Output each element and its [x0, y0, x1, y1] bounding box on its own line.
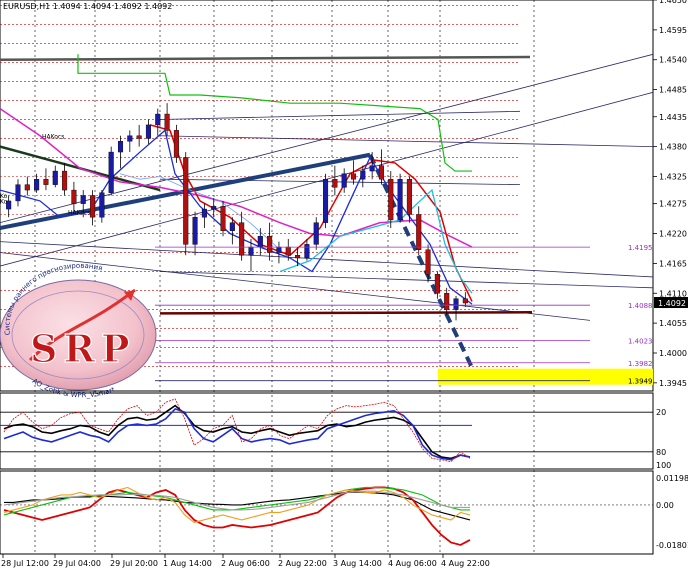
candle-bull	[145, 124, 151, 139]
price-tick-label: 1.4110	[659, 289, 687, 298]
candle-bear	[239, 222, 245, 256]
candle-bear	[406, 179, 412, 215]
candle-bull	[313, 222, 319, 245]
candle-bull	[369, 165, 375, 172]
time-tick-label: 4 Aug 06:00	[388, 559, 437, 568]
time-tick-label: 4 Aug 22:00	[441, 559, 490, 568]
candle-bear	[350, 173, 357, 180]
candle-bull	[155, 113, 161, 126]
time-tick-label: 1 Aug 14:00	[163, 559, 212, 568]
chart-root: 1.4195 1.4088 1.4023 1.3982 1.3949 HAKocs HAK…	[0, 0, 688, 569]
candle-bull	[248, 246, 254, 256]
price-tick-label: 1.4000	[659, 349, 687, 358]
candle-bull	[453, 298, 459, 310]
candle-bull	[117, 140, 124, 153]
price-tick-label: 1.4650	[659, 0, 687, 5]
annotation-label: HAKocs	[68, 210, 90, 217]
candle-bull	[99, 192, 105, 218]
candle-bear	[416, 214, 422, 251]
level-label: 1.3982	[628, 360, 653, 368]
candle-bear	[267, 236, 273, 253]
price-tick-label: 1.4325	[659, 172, 687, 181]
candle-bull	[34, 179, 40, 191]
time-tick-label: 29 Jul 04:00	[53, 559, 101, 568]
oscillator-2-tick: 0.00	[656, 501, 674, 510]
price-tick-label: 1.4165	[659, 259, 687, 268]
candle-bear	[425, 249, 431, 275]
oscillator-1-tick: 20	[656, 408, 666, 417]
chart-title: EURUSD,H1 1.4094 1.4094 1.4092 1.4092	[3, 2, 172, 11]
candle-bear	[90, 195, 96, 218]
candle-bear	[295, 255, 301, 259]
candle-bear	[164, 113, 170, 131]
candle-bull	[323, 179, 329, 223]
candle-bull	[108, 151, 114, 193]
price-tick-label: 1.4220	[659, 230, 687, 239]
oscillator-1-tick: 80	[656, 448, 666, 457]
candle-bear	[183, 157, 189, 245]
candle-bull	[15, 184, 21, 202]
price-tick-label: 1.4380	[659, 143, 687, 152]
current-price-label: 1.4092	[658, 299, 686, 308]
price-tick-label: 1.3945	[659, 379, 687, 388]
candle-bull	[257, 236, 263, 248]
price-tick-label: 1.4595	[659, 26, 687, 35]
annotation-label: Ko	[0, 199, 8, 206]
candle-bear	[136, 135, 142, 139]
candle-bear	[220, 206, 226, 231]
candle-bear	[62, 170, 68, 191]
oscillator-2-tick: 0.01198	[656, 474, 688, 483]
candle-bull	[201, 208, 207, 218]
candle-bull	[127, 135, 133, 142]
price-tick-label: 1.4055	[659, 319, 687, 328]
annotation-label: HAKocs	[42, 133, 64, 140]
time-tick-label: 28 Jul 12:00	[1, 559, 49, 568]
level-label: 1.4023	[628, 337, 653, 345]
candle-bull	[80, 195, 86, 204]
candle-bear	[378, 165, 384, 180]
level-label: 1.4088	[628, 302, 653, 310]
candle-bull	[229, 222, 235, 231]
candle-bull	[397, 179, 403, 221]
price-tick-label: 1.4540	[659, 56, 687, 65]
candle-bear	[462, 298, 468, 304]
candle-bear	[285, 246, 291, 256]
candle-bear	[388, 179, 394, 221]
level-label: 1.3949	[628, 378, 653, 386]
time-tick-label: 2 Aug 06:00	[221, 559, 270, 568]
oscillator-2-tick: -0.01801	[656, 541, 688, 550]
price-tick-label: 1.4275	[659, 200, 687, 209]
candle-bear	[173, 130, 179, 158]
candle-bull	[341, 173, 347, 188]
time-tick-label: 29 Jul 20:00	[110, 559, 158, 568]
price-tick-label: 1.4435	[659, 113, 687, 122]
candle-bull	[211, 206, 217, 210]
candle-bear	[434, 274, 440, 294]
candle-bull	[360, 170, 366, 180]
candle-bear	[43, 179, 49, 185]
logo-letters: SRP	[30, 326, 136, 371]
chart-canvas: 1.4195 1.4088 1.4023 1.3982 1.3949 HAKocs HAK…	[0, 0, 688, 569]
level-highlight-box	[438, 368, 653, 385]
oscillator-1-tick: 100	[656, 461, 671, 470]
candle-bull	[192, 217, 198, 245]
support-line	[159, 311, 533, 315]
candle-bear	[444, 293, 450, 310]
price-tick-label: 1.4485	[659, 86, 687, 95]
candle-bull	[276, 246, 282, 253]
candle-bull	[304, 244, 310, 259]
level-label: 1.4195	[628, 244, 653, 252]
candle-bull	[52, 170, 58, 185]
candle-bear	[24, 184, 30, 191]
candle-bear	[71, 189, 77, 204]
candle-bear	[332, 179, 338, 188]
time-tick-label: 2 Aug 22:00	[278, 559, 327, 568]
time-tick-label: 3 Aug 14:00	[333, 559, 382, 568]
